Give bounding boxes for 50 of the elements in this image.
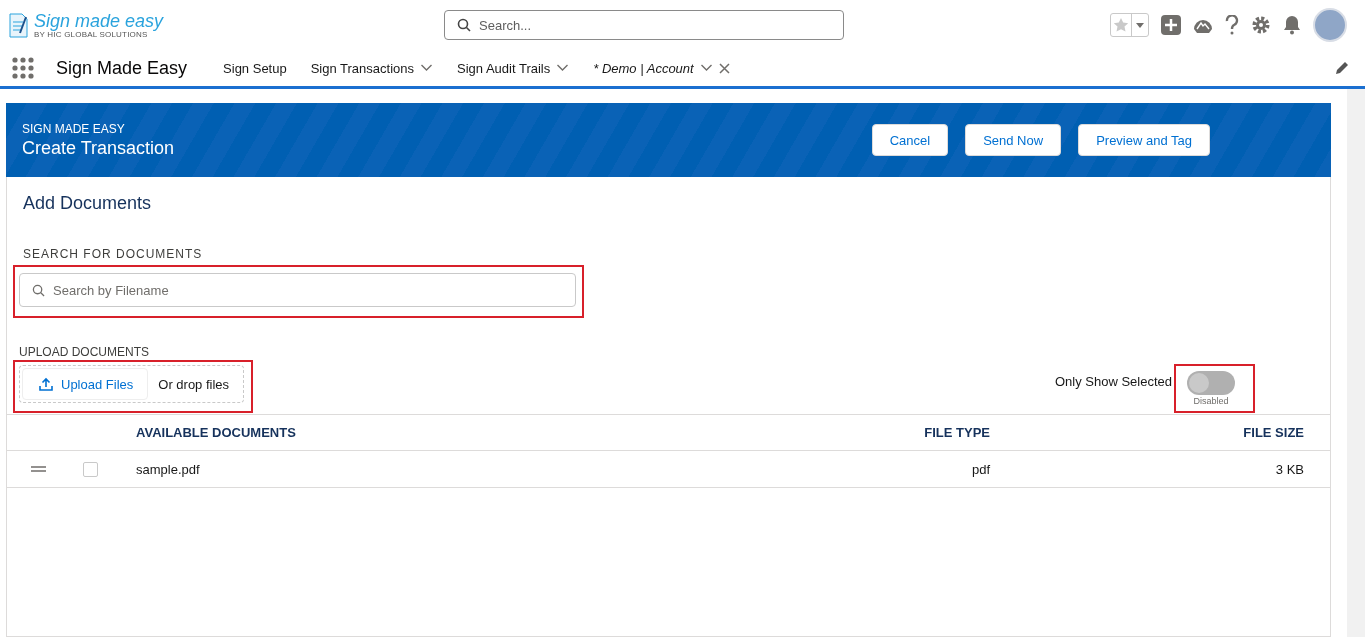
column-header[interactable]: FILE TYPE (856, 425, 1016, 440)
row-checkbox[interactable] (83, 461, 98, 477)
chevron-down-icon[interactable] (420, 64, 434, 72)
avatar[interactable] (1313, 8, 1347, 42)
bell-icon[interactable] (1283, 15, 1301, 35)
column-header[interactable]: AVAILABLE DOCUMENTS (129, 425, 856, 440)
favorites-button[interactable] (1110, 13, 1149, 37)
help-icon[interactable] (1225, 15, 1239, 35)
logo-subtitle: BY HIC GLOBAL SOLUTIONS (34, 29, 148, 39)
toggle-label: Only Show Selected (1054, 374, 1172, 389)
column-header[interactable]: FILE SIZE (1016, 425, 1330, 440)
page-title: Create Transaction (22, 137, 175, 159)
field-label: SEARCH FOR DOCUMENTS (23, 247, 204, 261)
field-label: UPLOAD DOCUMENTS (19, 345, 150, 359)
header-button[interactable]: Send Now (965, 124, 1062, 156)
logo-title: Sign made easy (34, 11, 164, 30)
nav-tab[interactable]: * Demo | Account (593, 60, 730, 76)
search-field[interactable]: Search by Filename (19, 273, 576, 307)
star-icon (1113, 17, 1129, 33)
edit-icon[interactable] (1335, 61, 1349, 75)
upload-button[interactable]: Upload Files (22, 368, 149, 400)
drop-zone[interactable]: Upload Files Or drop files (19, 365, 245, 403)
settings-icon[interactable] (1251, 15, 1271, 35)
toggle-switch[interactable] (1187, 371, 1235, 395)
close-icon[interactable] (718, 62, 730, 74)
table-cell-text: pdf (970, 461, 991, 477)
nav-tab[interactable]: Sign Transactions (310, 60, 434, 76)
add-icon[interactable] (1161, 15, 1181, 35)
header-button[interactable]: Preview and Tag (1078, 124, 1210, 156)
nav-tab[interactable]: Sign Audit Trails (457, 60, 570, 76)
global-search-field[interactable]: Search... (444, 10, 844, 40)
table-cell-text: sample.pdf (135, 461, 201, 477)
scrollbar[interactable] (1347, 89, 1365, 637)
app-launcher-icon[interactable] (12, 57, 34, 79)
chevron-down-icon[interactable] (556, 64, 570, 72)
search-icon (32, 283, 45, 297)
caret-icon (1136, 22, 1144, 28)
upload-icon (39, 377, 53, 391)
drop-hint: Or drop files (157, 376, 231, 392)
search-icon (457, 18, 471, 32)
document-pen-logo-icon (8, 11, 30, 39)
header-button[interactable]: Cancel (871, 124, 949, 156)
section-title: Add Documents (22, 192, 153, 215)
nav-tab[interactable]: Sign Setup (223, 60, 287, 76)
app-name: Sign Made Easy (56, 57, 188, 79)
drag-handle-icon[interactable] (31, 466, 46, 472)
header-eyebrow: SIGN MADE EASY (22, 121, 126, 136)
table-cell-text: 3 KB (1274, 461, 1305, 477)
chevron-down-icon[interactable] (699, 64, 713, 72)
toggle-status: Disabled (1193, 396, 1229, 406)
